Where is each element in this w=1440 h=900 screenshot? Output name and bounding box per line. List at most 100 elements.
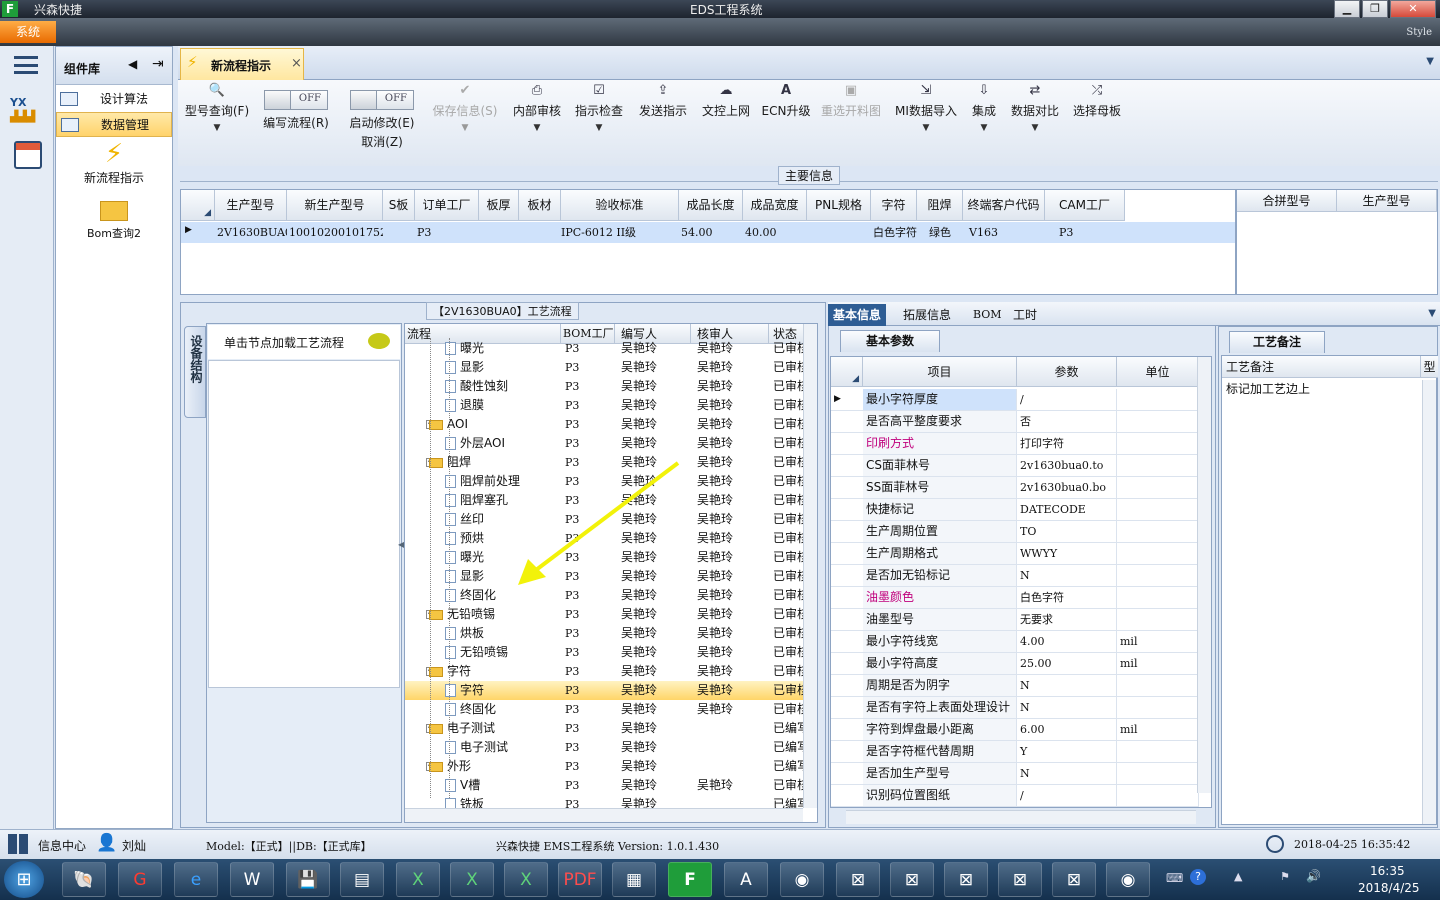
grid-apps-icon[interactable] [8,834,28,854]
app-red-icon[interactable]: G [118,862,162,897]
table-cell[interactable]: 吴艳玲 [697,472,767,491]
collapse-left-icon[interactable]: ◀ [128,57,137,71]
launcher-new-flow[interactable]: ⚡ 新流程指示 [56,139,172,189]
table-cell[interactable]: 吴艳玲 [621,358,691,377]
table-cell[interactable]: 已审核 [773,681,803,700]
table-cell[interactable]: 吴艳玲 [697,453,767,472]
table-cell[interactable]: P3 [1057,223,1125,243]
maximize-button[interactable]: ❐ [1362,0,1388,18]
subtab-basic-params[interactable]: 基本参数 [840,330,940,352]
lib-item-design-algorithm[interactable]: 设计算法 [56,87,172,112]
table-cell[interactable]: 吴艳玲 [621,624,691,643]
table-cell[interactable]: P3 [415,223,479,243]
flow-step-name[interactable]: V槽 [445,776,561,795]
tab-process-notes[interactable]: 工艺备注 [1229,331,1325,353]
param-name[interactable]: SS面菲林号 [863,477,1017,498]
tab-new-flow[interactable]: ⚡ 新流程指示 × [180,48,304,80]
side-tab-equipment-structure[interactable]: 设备结构 [184,326,206,418]
param-name[interactable]: 快捷标记 [863,499,1017,520]
col-header[interactable]: CAM工厂 [1045,190,1125,221]
col-header[interactable]: 生产型号 [215,190,287,221]
system-menu[interactable]: 系统 [0,21,56,43]
table-row[interactable]: 终固化P3吴艳玲吴艳玲已审核 [405,700,809,719]
write-flow-toggle[interactable]: OFF 编写流程(R) [258,80,334,131]
table-cell[interactable]: 吴艳玲 [697,548,767,567]
flow-step-name[interactable]: 字符 [445,681,561,700]
table-cell[interactable]: IPC-6012 II级 [559,223,679,243]
lib-item-data-management[interactable]: 数据管理 [56,112,172,137]
param-value[interactable]: DATECODE [1017,499,1117,520]
model-query-button[interactable]: 🔍 型号查询(F) ▼ [182,80,252,133]
table-cell[interactable]: 40.00 [743,223,807,243]
param-unit[interactable] [1117,609,1199,630]
table-cell[interactable]: 白色字符 [871,223,917,243]
param-name[interactable]: 是否有字符上表面处理设计 [863,697,1017,718]
param-name[interactable]: 字符到焊盘最小距离 [863,719,1017,740]
launcher-bom-query[interactable]: Bom查询2 [56,197,172,241]
shell-icon[interactable]: 🐚 [62,862,106,897]
param-value[interactable]: 白色字符 [1017,587,1117,608]
table-cell[interactable]: 吴艳玲 [697,605,767,624]
table-cell[interactable]: 吴艳玲 [621,434,691,453]
table-cell[interactable]: 吴艳玲 [697,491,767,510]
ie-icon[interactable]: e [174,862,218,897]
table-cell[interactable]: P3 [565,776,615,795]
table-cell[interactable]: P3 [565,757,615,776]
param-unit[interactable]: mil [1117,719,1199,740]
col-header[interactable]: 新生产型号 [287,190,383,221]
param-value[interactable]: 6.00 [1017,719,1117,740]
param-row[interactable]: 周期是否为阴字 N [831,675,1199,697]
excel-window-icon[interactable]: ⊠ [944,862,988,897]
table-cell[interactable]: 吴艳玲 [697,776,767,795]
param-name[interactable]: 生产周期位置 [863,521,1017,542]
param-name[interactable]: 周期是否为阴字 [863,675,1017,696]
param-value[interactable]: N [1017,675,1117,696]
table-cell[interactable] [519,223,561,243]
table-row[interactable]: 电子测试 P3 吴艳玲 已编写 [405,738,809,757]
col-header[interactable]: 阻焊 [917,190,963,221]
dropdown-arrow-icon[interactable]: ▼ [892,123,960,133]
param-value[interactable]: WWYY [1017,543,1117,564]
param-row[interactable]: 是否加无铅标记 N [831,565,1199,587]
param-name[interactable]: 油墨颜色 [863,587,1017,608]
table-cell[interactable]: 吴艳玲 [697,434,767,453]
table-cell[interactable]: 已审核 [773,643,803,662]
table-cell[interactable]: 已编写 [773,719,803,738]
calendar-tools-icon[interactable] [14,141,42,169]
table-cell[interactable]: 吴艳玲 [621,339,691,358]
table-cell[interactable]: 已审核 [773,491,803,510]
table-cell[interactable]: 吴艳玲 [621,377,691,396]
param-unit[interactable] [1117,741,1199,762]
table-row[interactable]: −字符P3吴艳玲吴艳玲已审核 [405,662,809,681]
table-cell[interactable]: 已审核 [773,529,803,548]
table-row[interactable]: 无铅喷锡P3吴艳玲吴艳玲已审核 [405,643,809,662]
mi-data-import-button[interactable]: ⇲ MI数据导入 ▼ [892,80,960,133]
toggle-switch[interactable]: OFF [264,90,328,110]
table-cell[interactable]: P3 [565,358,615,377]
flow-step-name[interactable]: 酸性蚀刻 [445,377,561,396]
param-name[interactable]: 最小字符高度 [863,653,1017,674]
table-cell[interactable]: 已审核 [773,358,803,377]
table-cell[interactable]: 已审核 [773,586,803,605]
table-cell[interactable]: P3 [565,643,615,662]
excel-window-icon[interactable]: ⊠ [890,862,934,897]
table-cell[interactable]: 已审核 [773,700,803,719]
param-name[interactable]: 最小字符厚度 [863,389,1017,410]
col-header[interactable]: S板 [383,190,415,221]
close-button[interactable]: ✕ [1390,0,1436,18]
table-cell[interactable] [807,223,871,243]
table-cell[interactable]: 已编写 [773,738,803,757]
data-compare-button[interactable]: ⇄ 数据对比 ▼ [1008,80,1062,133]
table-cell[interactable]: 已编写 [773,757,803,776]
tab-extended-info[interactable]: 拓展信息 [898,304,956,326]
params-horizontal-scrollbar[interactable] [846,810,1196,824]
table-cell[interactable]: 吴艳玲 [697,415,767,434]
param-unit[interactable] [1117,565,1199,586]
table-row[interactable]: 退膜P3吴艳玲吴艳玲已审核 [405,396,809,415]
table-cell[interactable]: P3 [565,624,615,643]
param-row[interactable]: 生产周期格式 WWYY [831,543,1199,565]
table-row[interactable]: 烘板P3吴艳玲吴艳玲已审核 [405,624,809,643]
start-edit-toggle[interactable]: OFF 启动修改(E) 取消(Z) [344,80,420,150]
flow-step-name[interactable]: 退膜 [445,396,561,415]
excel-icon[interactable]: X [450,862,494,897]
